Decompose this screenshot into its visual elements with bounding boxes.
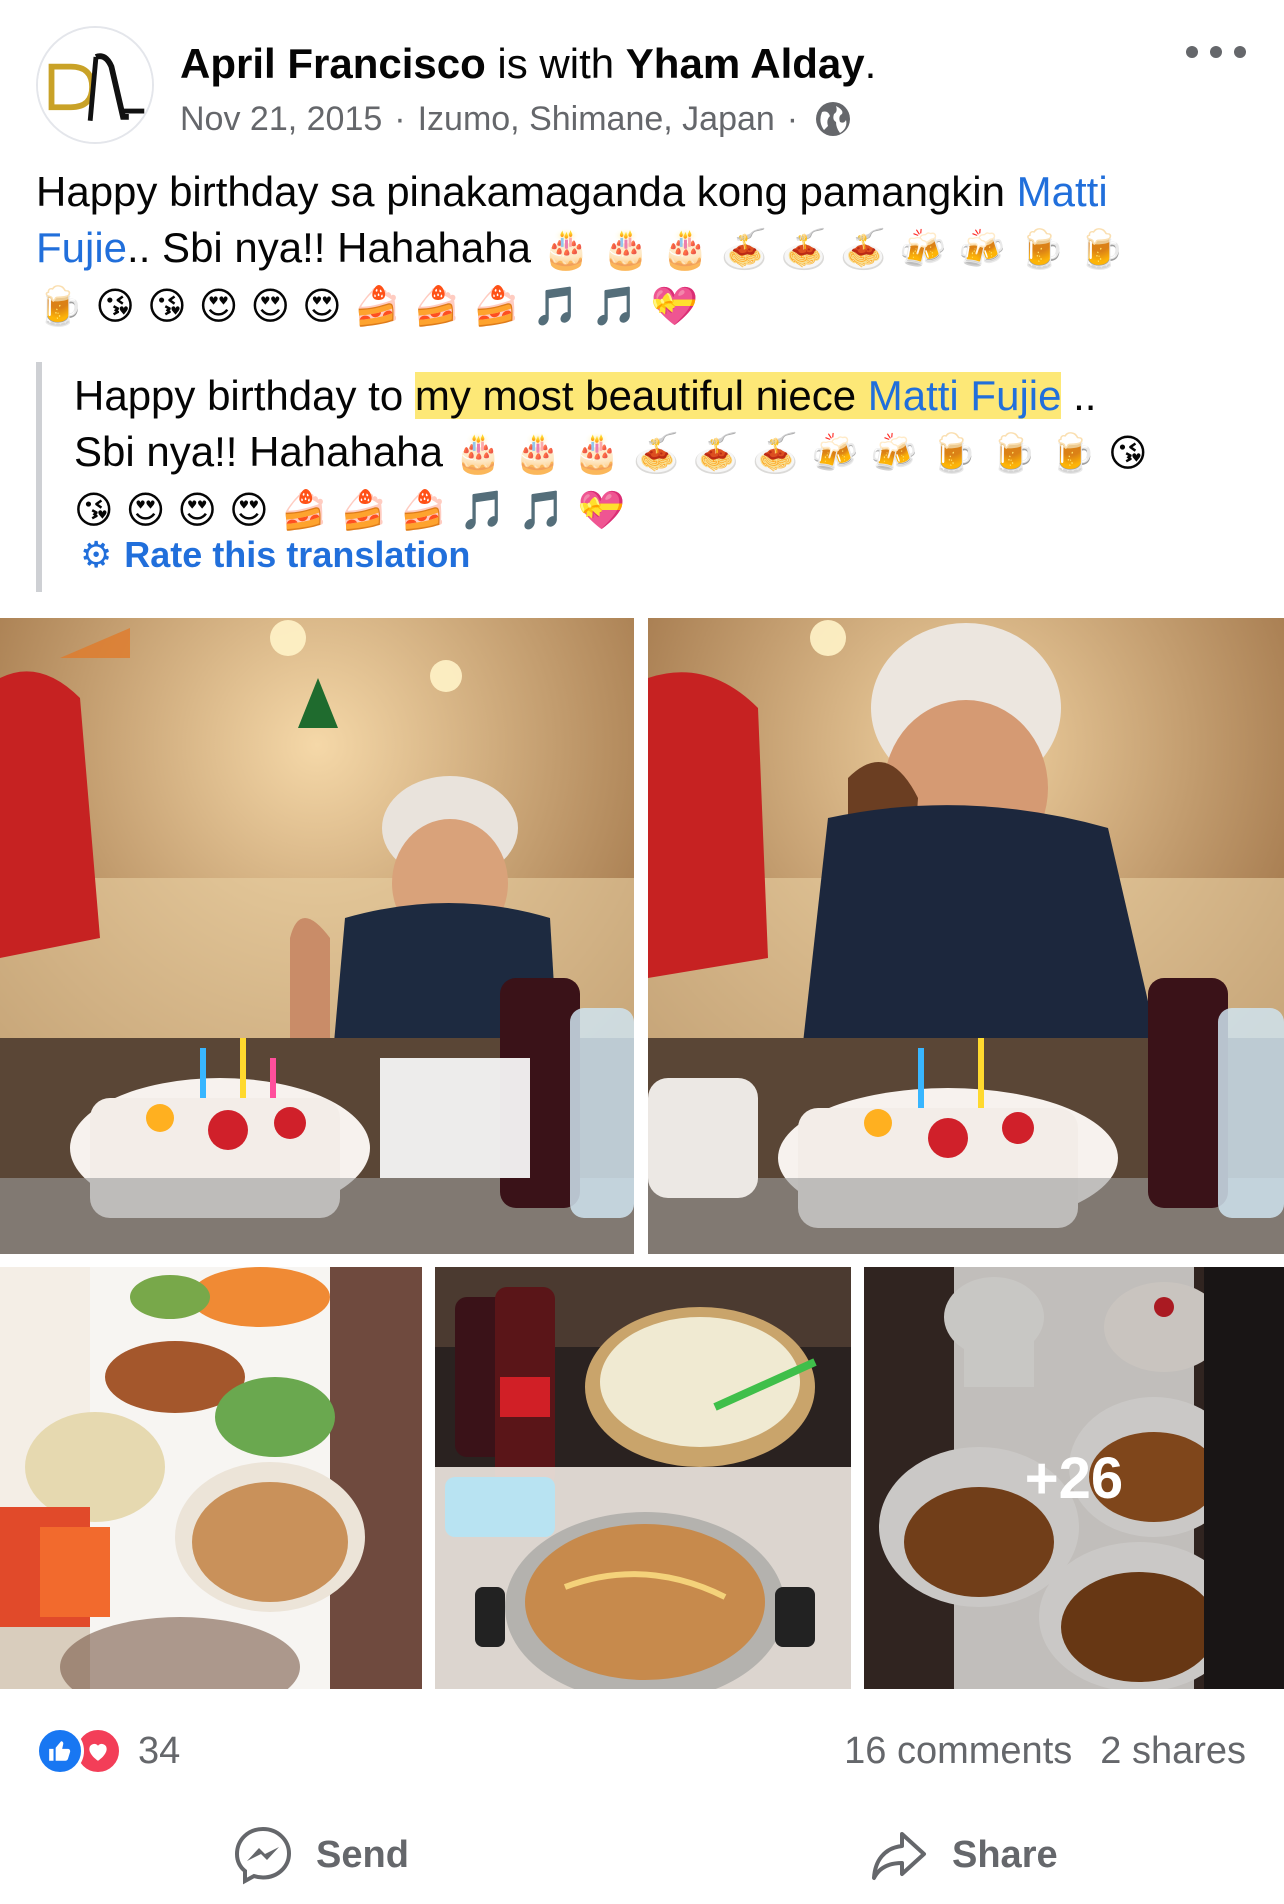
post-meta: Nov 21, 2015 · Izumo, Shimane, Japan ·	[180, 96, 852, 142]
meta-separator: ·	[786, 100, 799, 138]
photo-4[interactable]	[435, 1267, 851, 1689]
translation-part: Sbi nya!! Hahahaha	[74, 428, 455, 475]
translation-highlight: my most beautiful niece	[414, 372, 868, 419]
mention-link[interactable]: Fujie	[36, 224, 127, 271]
photo-1[interactable]	[0, 618, 634, 1254]
rate-translation-button[interactable]: ⚙ Rate this translation	[80, 534, 470, 576]
more-photos-overlay[interactable]: +26	[864, 1267, 1284, 1689]
message-text: Happy birthday sa pinakamaganda kong pam…	[36, 168, 1017, 215]
mention-link[interactable]: Matti	[1017, 168, 1108, 215]
with-text: is with	[485, 40, 626, 87]
engagement-counts: 16 comments 2 shares	[844, 1724, 1246, 1778]
share-label: Share	[952, 1833, 1058, 1876]
post-date[interactable]: Nov 21, 2015	[180, 96, 382, 142]
shares-count[interactable]: 2 shares	[1100, 1730, 1246, 1773]
author-name[interactable]: April Francisco	[180, 40, 486, 87]
more-photos-count: +26	[1024, 1445, 1124, 1511]
messenger-icon	[234, 1826, 292, 1885]
translation-text: Happy birthday to my most beautiful niec…	[74, 362, 1256, 538]
author-avatar[interactable]	[36, 26, 154, 144]
send-button[interactable]: Send	[232, 1820, 409, 1890]
author-line: April Francisco is with Yham Alday.	[180, 36, 876, 92]
like-icon	[36, 1727, 84, 1775]
translation-part: Happy birthday to	[74, 372, 415, 419]
emoji-row: 😘 😍 😍 😍 🍰 🍰 🍰 🎵 🎵 💝	[74, 488, 626, 532]
emoji-row: 🍺 😘 😘 😍 😍 😍 🍰 🍰 🍰 🎵 🎵 💝	[36, 284, 699, 328]
send-label: Send	[316, 1833, 409, 1876]
post-actions: Send Share	[0, 1810, 1284, 1900]
comments-count[interactable]: 16 comments	[844, 1730, 1072, 1773]
rate-translation-label: Rate this translation	[124, 534, 471, 575]
photo-3[interactable]	[0, 1267, 422, 1689]
mention-link[interactable]: Matti Fujie	[867, 372, 1062, 419]
more-options-icon[interactable]	[1186, 40, 1246, 64]
post-location[interactable]: Izumo, Shimane, Japan	[418, 96, 775, 142]
period: .	[864, 40, 877, 87]
tagged-name[interactable]: Yham Alday	[626, 40, 865, 87]
meta-separator: ·	[394, 100, 406, 138]
translation-part: ..	[1061, 372, 1097, 419]
post-header: April Francisco is with Yham Alday. Nov …	[0, 0, 1284, 150]
share-arrow-icon	[872, 1832, 926, 1880]
share-button[interactable]: Share	[868, 1820, 1058, 1890]
reactions-summary[interactable]: 34	[36, 1724, 180, 1778]
reaction-count: 34	[138, 1729, 181, 1772]
emoji-row: 🎂 🎂 🎂 🍝 🍝 🍝 🍻 🍻 🍺 🍺	[542, 227, 1125, 271]
translation-block: Happy birthday to my most beautiful niec…	[36, 362, 1256, 592]
emoji-row: 🎂 🎂 🎂 🍝 🍝 🍝 🍻 🍻 🍺 🍺 🍺 😘	[454, 431, 1148, 475]
photo-5-more[interactable]: +26	[864, 1267, 1284, 1689]
post-message: Happy birthday sa pinakamaganda kong pam…	[36, 164, 1256, 334]
gear-icon: ⚙	[80, 534, 113, 576]
photo-2[interactable]	[648, 618, 1284, 1254]
globe-icon	[814, 100, 852, 138]
message-text: .. Sbi nya!! Hahahaha	[127, 224, 543, 271]
